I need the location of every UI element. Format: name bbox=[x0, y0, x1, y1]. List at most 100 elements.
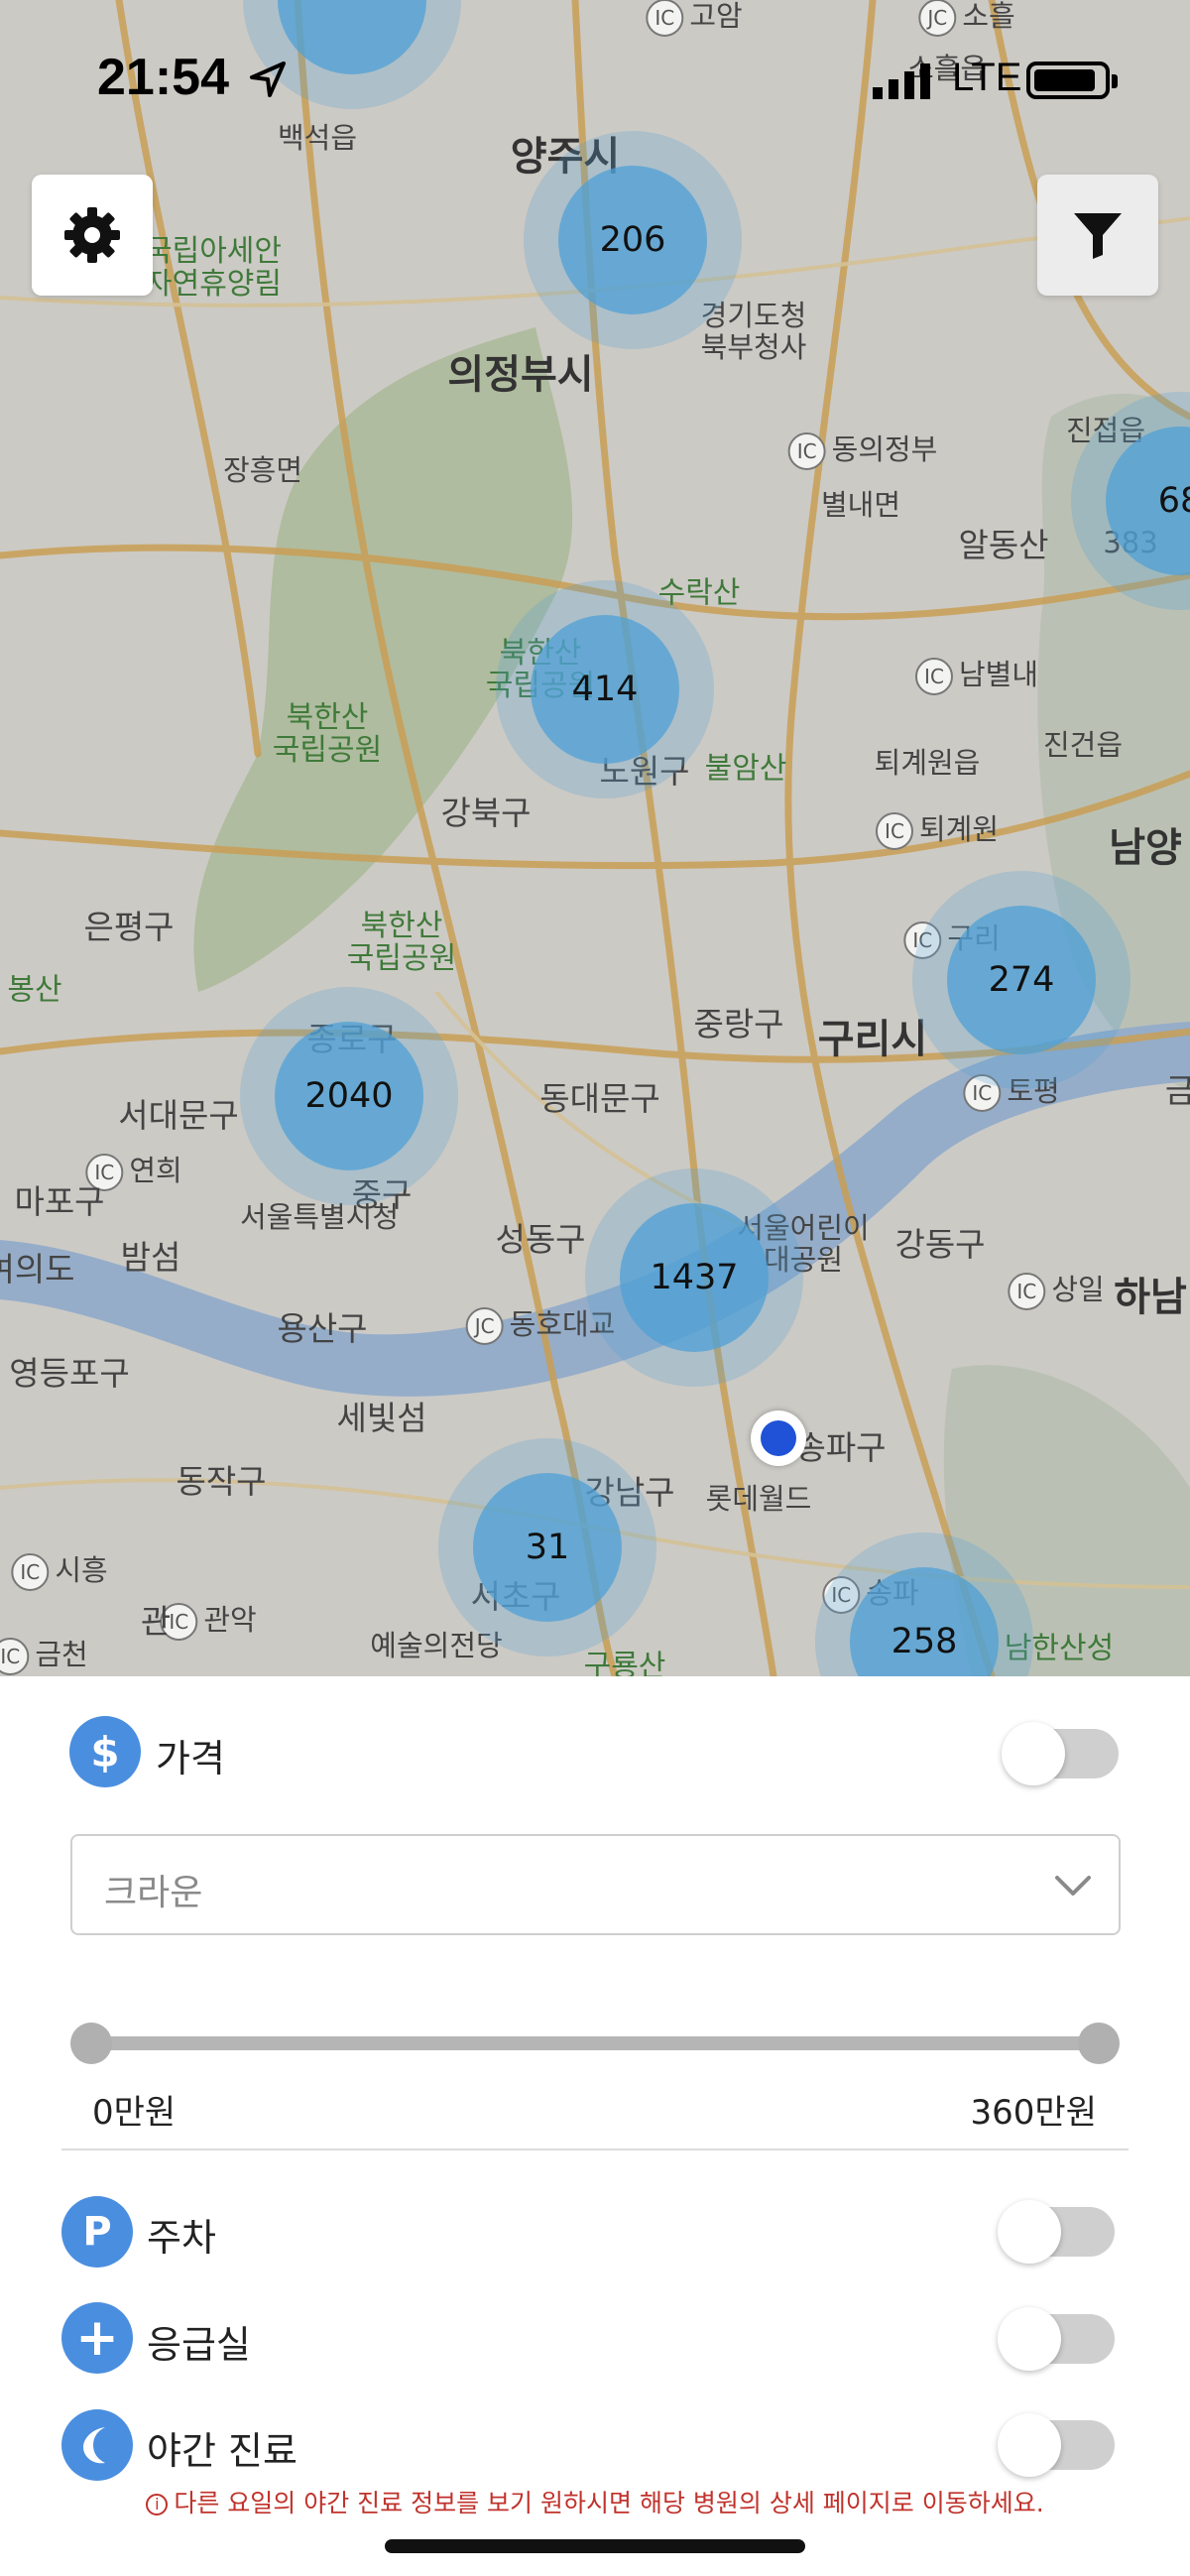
hospital-cluster-marker[interactable]: 414 bbox=[496, 580, 714, 798]
map-place-label: 송파구 bbox=[795, 1427, 887, 1467]
map-place-label: IC 상일 bbox=[1008, 1273, 1105, 1310]
map-place-label: 서대문구 bbox=[118, 1095, 239, 1135]
home-indicator[interactable] bbox=[385, 2539, 805, 2553]
price-label: 가격 bbox=[156, 1737, 225, 1780]
ic-badge-icon: IC bbox=[11, 1553, 50, 1591]
jc-badge-icon: JC bbox=[465, 1307, 504, 1345]
map-place-label: 북한산국립공원 bbox=[347, 910, 456, 975]
parking-toggle[interactable] bbox=[998, 2200, 1115, 2264]
map-place-text: 국립공원 bbox=[346, 941, 457, 976]
night-clinic-notice: i 다른 요일의 야간 진료 정보를 보기 원하시면 해당 병원의 상세 페이지로… bbox=[0, 2484, 1190, 2519]
toggle-knob bbox=[998, 2200, 1061, 2264]
filter-button[interactable] bbox=[1037, 175, 1158, 296]
map-place-label: 밤섬 bbox=[120, 1237, 181, 1277]
map-place-text: 연희 bbox=[129, 1154, 182, 1187]
location-arrow-icon bbox=[250, 61, 286, 97]
map-place-text: 동의정부 bbox=[831, 432, 938, 466]
map-place-label: 영등포구 bbox=[9, 1355, 129, 1392]
divider bbox=[61, 2148, 1129, 2150]
map-place-text: 자연휴양림 bbox=[145, 267, 282, 302]
cluster-count: 206 bbox=[599, 220, 666, 260]
ic-badge-icon: IC bbox=[646, 0, 684, 37]
map-place-text: 퇴계원 bbox=[918, 812, 1000, 846]
ic-badge-icon: IC bbox=[914, 658, 953, 695]
cluster-count: 1437 bbox=[650, 1258, 739, 1297]
current-location-marker bbox=[751, 1411, 806, 1466]
map-place-text: 불암산 bbox=[704, 751, 787, 787]
map-place-label: 중랑구 bbox=[693, 1004, 784, 1043]
cluster-count: 31 bbox=[525, 1528, 570, 1567]
cluster-count: 2040 bbox=[304, 1076, 394, 1116]
brand-select[interactable]: 크라운 bbox=[70, 1834, 1121, 1935]
map-place-text: 국립공원 bbox=[272, 733, 383, 768]
map-place-label: 구룡산 bbox=[584, 1651, 666, 1677]
map-place-text: 강동구 bbox=[894, 1224, 986, 1264]
map-place-text: 남양 bbox=[1109, 825, 1182, 871]
toggle-knob bbox=[998, 2307, 1061, 2371]
map-place-label: 장흥면 bbox=[223, 454, 302, 487]
map-place-label: 하남 bbox=[1114, 1276, 1187, 1319]
emergency-label: 응급실 bbox=[147, 2323, 251, 2367]
map-place-label: 북한산국립공원 bbox=[273, 701, 382, 767]
map-place-text: 의정부시 bbox=[447, 352, 594, 398]
map-place-label: 금 bbox=[1164, 1070, 1190, 1110]
price-range-min-handle[interactable] bbox=[70, 2023, 112, 2064]
emergency-toggle[interactable] bbox=[998, 2307, 1115, 2371]
map-place-text: 남별내 bbox=[958, 658, 1039, 691]
map-place-text: 상일 bbox=[1051, 1273, 1105, 1306]
price-range-min-label: 0만원 bbox=[92, 2093, 177, 2133]
map-place-text: 동작구 bbox=[176, 1461, 267, 1501]
status-bar: 21:54 LTE bbox=[0, 40, 1190, 119]
map-place-label: 성동구 bbox=[495, 1221, 585, 1258]
price-toggle[interactable] bbox=[1002, 1722, 1119, 1785]
hospital-cluster-marker[interactable]: 274 bbox=[912, 871, 1130, 1089]
info-icon: i bbox=[146, 2494, 169, 2515]
map-place-text: 중랑구 bbox=[693, 1004, 784, 1043]
map-place-label: 진건읍 bbox=[1042, 728, 1124, 763]
map-place-label: IC 시흥 bbox=[11, 1553, 108, 1591]
map-place-label: 세빛섬 bbox=[336, 1400, 426, 1436]
map-place-text: 시흥 bbox=[55, 1553, 108, 1587]
map-place-text: 롯데월드 bbox=[705, 1482, 812, 1517]
map-place-label: IC 관악 bbox=[160, 1603, 257, 1641]
price-range-track[interactable] bbox=[91, 2036, 1099, 2050]
map-place-text: 금천 bbox=[35, 1638, 88, 1671]
map-view[interactable]: IC 고암 JC 소흘 소흘읍 백석읍 양주시 국립아세안 자연휴양림 경기도청 북부청사 의정부시 진… bbox=[0, 0, 1190, 1676]
hospital-cluster-marker[interactable]: 2040 bbox=[240, 987, 458, 1205]
map-place-label: 동작구 bbox=[176, 1461, 267, 1501]
map-place-text: 은평구 bbox=[83, 907, 175, 946]
ic-badge-icon: IC bbox=[787, 432, 826, 470]
price-range-max-handle[interactable] bbox=[1078, 2023, 1120, 2064]
ic-badge-icon: IC bbox=[875, 812, 913, 850]
funnel-icon bbox=[1074, 213, 1122, 259]
toggle-knob bbox=[1002, 1722, 1065, 1785]
map-place-text: 서대문구 bbox=[118, 1095, 239, 1135]
settings-button[interactable] bbox=[32, 175, 153, 296]
map-place-text: 소흘 bbox=[962, 0, 1015, 33]
map-place-text: 강북구 bbox=[440, 793, 532, 832]
dollar-icon: $ bbox=[69, 1716, 141, 1787]
cluster-count: 414 bbox=[571, 670, 639, 709]
map-place-text: 금 bbox=[1164, 1070, 1190, 1110]
signal-icon bbox=[873, 63, 930, 99]
night-clinic-toggle[interactable] bbox=[998, 2413, 1115, 2477]
hospital-cluster-marker[interactable]: 206 bbox=[524, 131, 742, 349]
chevron-down-icon bbox=[1055, 1876, 1091, 1896]
map-place-text: 밤섬 bbox=[120, 1237, 181, 1277]
map-place-label: 퇴계원읍 bbox=[875, 747, 981, 780]
hospital-cluster-marker[interactable]: 31 bbox=[438, 1438, 656, 1656]
map-place-text: 북한산 bbox=[360, 909, 443, 943]
map-place-text: 국립아세안 bbox=[145, 234, 282, 269]
jc-badge-icon: JC bbox=[918, 0, 957, 37]
plus-icon: + bbox=[61, 2302, 133, 2374]
map-place-text: 송파구 bbox=[795, 1427, 887, 1467]
toggle-knob bbox=[998, 2413, 1061, 2477]
map-place-label: 구리시 bbox=[818, 1018, 927, 1061]
map-place-text: 마포구 bbox=[14, 1181, 105, 1221]
ic-badge-icon: IC bbox=[1008, 1273, 1046, 1310]
map-place-label: 의정부시 bbox=[447, 353, 593, 397]
map-place-text: 동대문구 bbox=[539, 1078, 660, 1118]
map-place-label: IC 남별내 bbox=[914, 658, 1039, 695]
hospital-cluster-marker[interactable]: 1437 bbox=[585, 1168, 803, 1387]
map-place-text: 진건읍 bbox=[1042, 728, 1124, 763]
